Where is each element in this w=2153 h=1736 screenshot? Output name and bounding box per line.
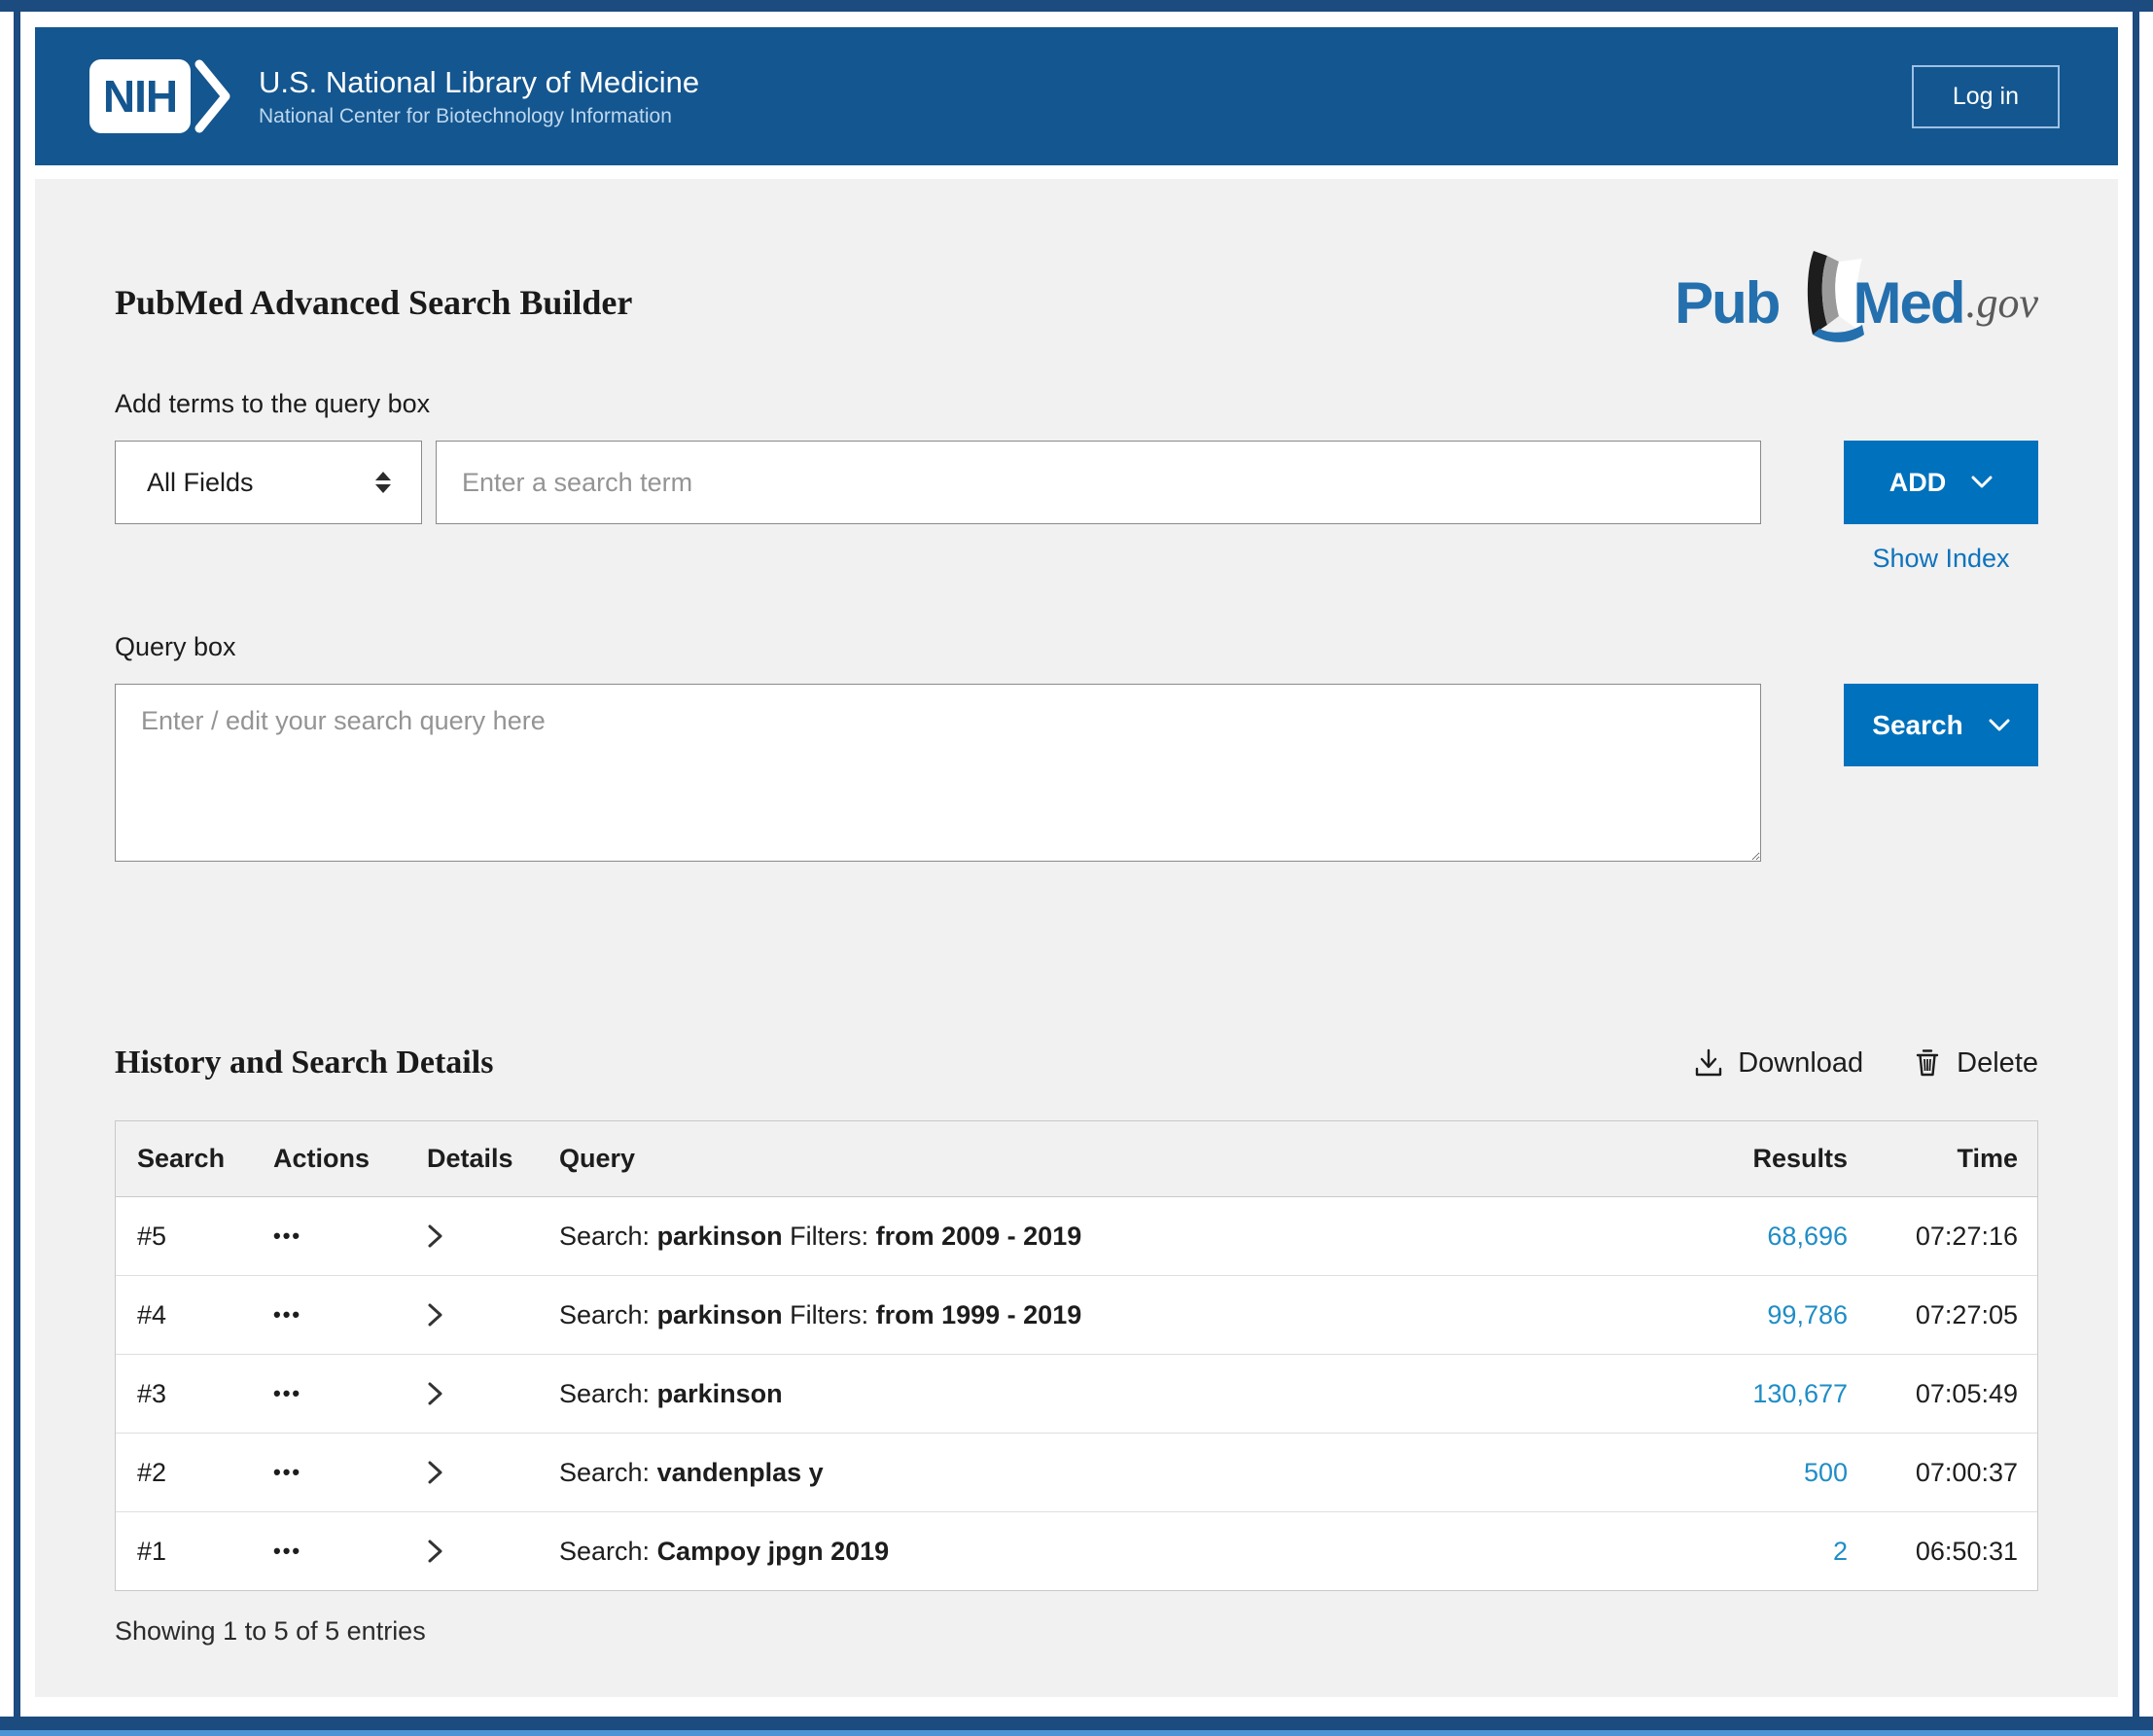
chevron-down-icon (1989, 719, 2010, 732)
details-expand-button[interactable] (427, 1300, 444, 1329)
query-box-label: Query box (115, 632, 2038, 662)
time-cell: 07:27:16 (1848, 1199, 2018, 1274)
history-table-header: Search Actions Details Query Results Tim… (116, 1121, 2037, 1197)
pubmed-logo-gov: .gov (1965, 278, 2038, 328)
search-number: #1 (137, 1514, 273, 1589)
query-cell: Search: parkinson (559, 1357, 1677, 1432)
pubmed-logo-med: Med (1853, 269, 1963, 337)
search-number: #3 (137, 1357, 273, 1432)
col-time: Time (1848, 1121, 2018, 1196)
page-title: PubMed Advanced Search Builder (115, 282, 632, 323)
details-expand-button[interactable] (427, 1537, 444, 1566)
add-terms-label: Add terms to the query box (115, 389, 2038, 419)
page-frame: NIH U.S. National Library of Medicine Na… (14, 12, 2139, 1717)
ncbi-subtitle: National Center for Biotechnology Inform… (259, 105, 699, 128)
trash-icon (1912, 1047, 1943, 1079)
details-expand-button[interactable] (427, 1222, 444, 1251)
col-actions: Actions (273, 1121, 427, 1196)
history-title: History and Search Details (115, 1045, 1693, 1081)
add-button-label: ADD (1889, 468, 1947, 498)
search-button-label: Search (1872, 710, 1962, 741)
page-bottom-border (0, 1717, 2153, 1730)
add-button[interactable]: ADD (1844, 441, 2038, 524)
search-button[interactable]: Search (1844, 684, 2038, 766)
search-term-input[interactable] (436, 441, 1761, 524)
details-expand-button[interactable] (427, 1458, 444, 1487)
field-selector-value: All Fields (147, 468, 254, 498)
actions-menu-button[interactable]: ••• (273, 1377, 301, 1410)
query-cell: Search: parkinson Filters: from 2009 - 2… (559, 1199, 1677, 1274)
table-row: #3 ••• Search: parkinson 130,677 07:05:4… (116, 1354, 2037, 1433)
chevron-right-icon (427, 1223, 444, 1249)
nlm-titles: U.S. National Library of Medicine Nation… (259, 64, 699, 129)
delete-label: Delete (1957, 1047, 2038, 1080)
main-content: PubMed Advanced Search Builder Pub Med .… (35, 179, 2118, 1697)
results-count-link[interactable]: 130,677 (1752, 1379, 1848, 1408)
col-details: Details (427, 1121, 559, 1196)
nih-logo-box: NIH (89, 59, 191, 133)
chevron-down-icon (1971, 476, 1993, 489)
pubmed-logo: Pub Med .gov (1675, 257, 2038, 348)
actions-menu-button[interactable]: ••• (273, 1535, 301, 1568)
results-count-link[interactable]: 500 (1804, 1458, 1848, 1487)
table-row: #5 ••• Search: parkinson Filters: from 2… (116, 1197, 2037, 1275)
login-button[interactable]: Log in (1912, 65, 2060, 128)
entries-summary: Showing 1 to 5 of 5 entries (115, 1616, 2038, 1647)
page-top-border (0, 0, 2153, 12)
time-cell: 06:50:31 (1848, 1514, 2018, 1589)
results-count-link[interactable]: 68,696 (1767, 1222, 1848, 1251)
col-query: Query (559, 1121, 1677, 1196)
actions-menu-button[interactable]: ••• (273, 1220, 301, 1253)
chevron-right-icon (427, 1381, 444, 1406)
actions-menu-button[interactable]: ••• (273, 1298, 301, 1331)
time-cell: 07:27:05 (1848, 1278, 2018, 1353)
nih-arrow-icon (194, 57, 233, 135)
nih-header-bar: NIH U.S. National Library of Medicine Na… (35, 27, 2118, 165)
query-cell: Search: Campoy jpgn 2019 (559, 1514, 1677, 1589)
query-textarea[interactable] (115, 684, 1761, 862)
search-number: #2 (137, 1435, 273, 1510)
query-cell: Search: vandenplas y (559, 1435, 1677, 1510)
download-button[interactable]: Download (1693, 1047, 1863, 1080)
pubmed-logo-pub: Pub (1675, 269, 1779, 337)
actions-menu-button[interactable]: ••• (273, 1456, 301, 1489)
details-expand-button[interactable] (427, 1379, 444, 1408)
time-cell: 07:05:49 (1848, 1357, 2018, 1432)
results-count-link[interactable]: 99,786 (1767, 1300, 1848, 1329)
nlm-title: U.S. National Library of Medicine (259, 64, 699, 102)
col-results: Results (1677, 1121, 1848, 1196)
download-label: Download (1738, 1047, 1863, 1080)
search-number: #5 (137, 1199, 273, 1274)
select-updown-icon (374, 471, 392, 494)
chevron-right-icon (427, 1539, 444, 1564)
query-cell: Search: parkinson Filters: from 1999 - 2… (559, 1278, 1677, 1353)
download-icon (1693, 1047, 1724, 1079)
history-table: Search Actions Details Query Results Tim… (115, 1120, 2038, 1591)
col-search: Search (137, 1121, 273, 1196)
table-row: #2 ••• Search: vandenplas y 500 07:00:37 (116, 1433, 2037, 1511)
field-selector[interactable]: All Fields (115, 441, 422, 524)
table-row: #1 ••• Search: Campoy jpgn 2019 2 06:50:… (116, 1511, 2037, 1590)
time-cell: 07:00:37 (1848, 1435, 2018, 1510)
show-index-link[interactable]: Show Index (1872, 544, 2009, 574)
chevron-right-icon (427, 1302, 444, 1328)
results-count-link[interactable]: 2 (1833, 1537, 1848, 1566)
nih-logo[interactable]: NIH (89, 57, 233, 135)
delete-button[interactable]: Delete (1912, 1047, 2038, 1080)
page-bottom-accent (0, 1730, 2153, 1736)
chevron-right-icon (427, 1460, 444, 1485)
history-table-body: #5 ••• Search: parkinson Filters: from 2… (116, 1197, 2037, 1590)
search-number: #4 (137, 1278, 273, 1353)
table-row: #4 ••• Search: parkinson Filters: from 1… (116, 1275, 2037, 1354)
